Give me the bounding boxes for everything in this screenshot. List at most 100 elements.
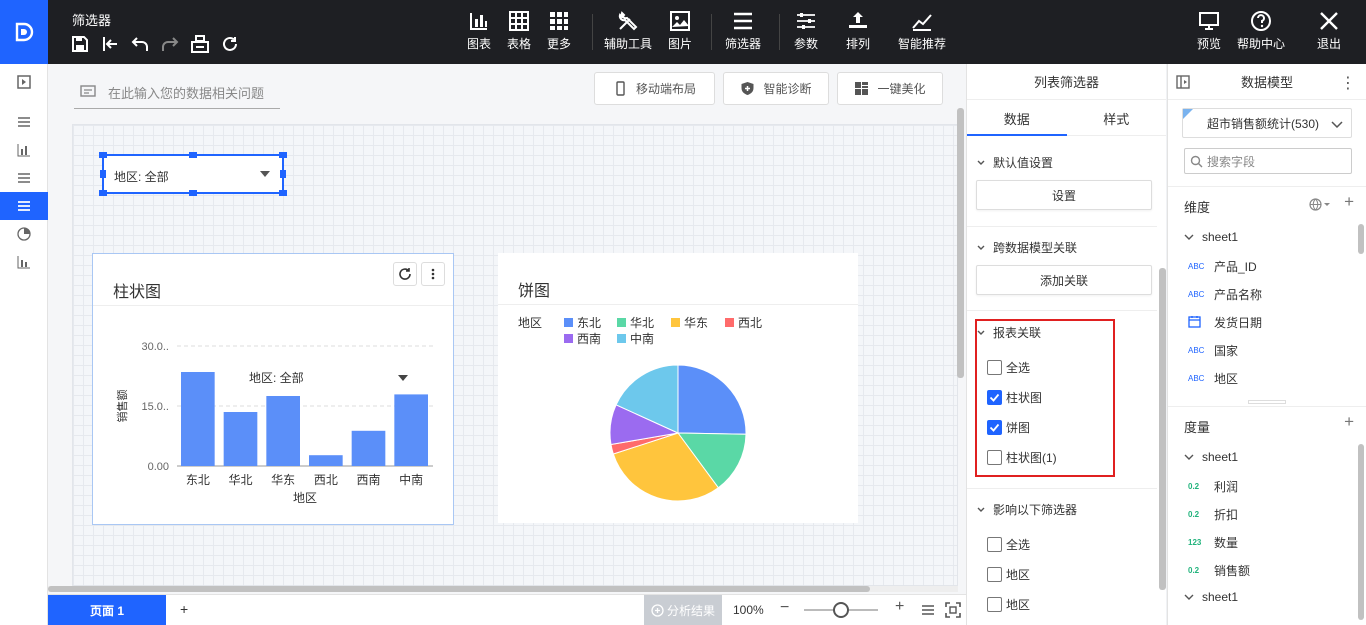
fullscreen-icon[interactable] xyxy=(945,602,961,618)
field-item[interactable]: ABC 国家 xyxy=(1188,342,1238,359)
nav-bar-chart-icon[interactable] xyxy=(0,136,48,164)
globe-icon[interactable] xyxy=(1309,198,1331,211)
resize-handle[interactable] xyxy=(279,190,287,196)
help-center-button[interactable]: 帮助中心 xyxy=(1237,10,1285,58)
aux-tools-button[interactable]: 辅助工具 xyxy=(604,10,652,58)
print-icon[interactable] xyxy=(190,34,210,54)
panel-tabs: 数据 样式 xyxy=(967,100,1166,136)
mobile-layout-button[interactable]: 移动端布局 xyxy=(594,72,715,105)
section-default-value[interactable]: 默认值设置 xyxy=(977,154,1053,171)
set-default-button[interactable]: 设置 xyxy=(976,180,1152,210)
resize-handle[interactable] xyxy=(280,170,286,178)
tab-data[interactable]: 数据 xyxy=(967,100,1067,136)
resize-handle[interactable] xyxy=(279,152,287,158)
refresh-icon[interactable] xyxy=(393,262,417,286)
zoom-slider-knob[interactable] xyxy=(833,602,849,618)
pie-chart-plot: 地区 东北 华北 华东 西北西南 中南 xyxy=(518,316,762,502)
nav-list-icon[interactable] xyxy=(0,164,48,192)
resize-handle[interactable] xyxy=(189,190,197,196)
ask-data-input[interactable]: 在此输入您的数据相关问题 xyxy=(74,76,280,109)
highlight-box xyxy=(975,319,1115,477)
more-vertical-icon[interactable]: ⋮ xyxy=(1340,73,1356,93)
chart-button[interactable]: 图表 xyxy=(467,10,491,58)
smart-recommend-button[interactable]: 智能推荐 xyxy=(898,10,946,58)
bar-chart-card[interactable]: 柱状图 0.00 15.0.. 30.0.. 东北 华北 华东 西北 西南 中南 地区 销售额 地区:… xyxy=(92,253,454,525)
chart-title: 饼图 xyxy=(518,283,551,300)
nav-pie-chart-icon[interactable] xyxy=(0,220,48,248)
scrollbar-thumb[interactable] xyxy=(48,586,870,592)
checkbox-row[interactable]: 全选 xyxy=(987,536,1030,553)
field-item[interactable]: ABC 地区 xyxy=(1188,370,1238,387)
checkbox-label: 地区 xyxy=(1006,598,1031,612)
field-item[interactable]: 0.2 利润 xyxy=(1188,478,1238,495)
panel-splitter[interactable] xyxy=(1248,400,1286,404)
dropdown-arrow-icon[interactable] xyxy=(260,171,270,177)
panel-scrollbar[interactable] xyxy=(1159,268,1166,590)
checkbox-row[interactable]: 地区 xyxy=(987,566,1030,583)
redo-icon[interactable] xyxy=(160,34,180,54)
sheet-group[interactable]: sheet1 xyxy=(1184,230,1238,244)
table-button[interactable]: 表格 xyxy=(507,10,531,58)
nav-filter-icon[interactable] xyxy=(0,192,48,220)
canvas-horizontal-scrollbar[interactable] xyxy=(48,586,958,592)
zoom-in-button[interactable]: + xyxy=(895,598,904,616)
add-measure-button[interactable]: + xyxy=(1344,412,1354,432)
resize-handle[interactable] xyxy=(189,152,197,158)
params-button[interactable]: 参数 xyxy=(794,10,818,58)
add-page-button[interactable]: + xyxy=(180,601,188,617)
field-item[interactable]: 0.2 折扣 xyxy=(1188,506,1238,523)
checkbox[interactable] xyxy=(987,567,1002,582)
undo-icon[interactable] xyxy=(130,34,150,54)
checkbox[interactable] xyxy=(987,537,1002,552)
analysis-result-button[interactable]: 分析结果 xyxy=(644,595,722,625)
nav-bar-chart-icon[interactable] xyxy=(0,248,48,276)
beautify-button[interactable]: 一键美化 xyxy=(837,72,943,105)
sheet-group[interactable]: sheet1 xyxy=(1184,450,1238,464)
resize-handle[interactable] xyxy=(99,152,107,158)
checkbox[interactable] xyxy=(987,597,1002,612)
model-select[interactable]: 超市销售额统计(530) xyxy=(1182,108,1352,138)
logo-icon xyxy=(15,22,34,42)
resize-handle[interactable] xyxy=(100,170,106,178)
nav-list-icon[interactable] xyxy=(0,108,48,136)
region-filter-widget[interactable]: 地区: 全部 xyxy=(99,152,287,196)
canvas-vertical-scrollbar[interactable] xyxy=(957,108,964,378)
field-item[interactable]: 123 数量 xyxy=(1188,534,1238,551)
more-button[interactable]: 更多 xyxy=(547,10,571,58)
resize-handle[interactable] xyxy=(99,190,107,196)
close-icon xyxy=(1320,12,1338,30)
dimension-scrollbar[interactable] xyxy=(1358,224,1364,254)
tab-style[interactable]: 样式 xyxy=(1067,100,1167,136)
pie-chart-card[interactable]: 饼图 地区 东北 华北 华东 西北 西南 中南 xyxy=(498,253,858,523)
add-dimension-button[interactable]: + xyxy=(1344,192,1354,212)
zoom-out-button[interactable]: − xyxy=(780,599,789,617)
fit-width-icon[interactable] xyxy=(920,602,936,618)
smart-diagnose-button[interactable]: 智能诊断 xyxy=(723,72,829,105)
collapse-panel-icon[interactable] xyxy=(1176,75,1190,89)
measure-scrollbar[interactable] xyxy=(1358,444,1364,620)
field-item[interactable]: 0.2 销售额 xyxy=(1188,562,1250,579)
filter-button[interactable]: 筛选器 xyxy=(725,10,761,58)
field-item[interactable]: 发货日期 xyxy=(1188,314,1262,331)
section-cross-model[interactable]: 跨数据模型关联 xyxy=(977,239,1077,256)
preview-button[interactable]: 预览 xyxy=(1197,10,1221,58)
field-search-input[interactable]: 搜索字段 xyxy=(1184,148,1352,174)
add-link-button[interactable]: 添加关联 xyxy=(976,265,1152,295)
expand-panel-icon[interactable] xyxy=(0,68,48,96)
page-tab[interactable]: 页面 1 xyxy=(48,595,166,625)
zoom-slider[interactable] xyxy=(804,602,878,618)
zoom-level: 100% xyxy=(733,603,764,617)
field-item[interactable]: ABC 产品_ID xyxy=(1188,258,1257,275)
sheet-group[interactable]: sheet1 xyxy=(1184,590,1238,604)
exit-button[interactable]: 退出 xyxy=(1317,10,1341,58)
checkbox-row[interactable]: 地区 xyxy=(987,596,1030,613)
section-affect-filters[interactable]: 影响以下筛选器 xyxy=(977,501,1077,518)
refresh-icon[interactable] xyxy=(220,34,240,54)
more-vertical-icon[interactable] xyxy=(421,262,445,286)
image-button[interactable]: 图片 xyxy=(668,10,692,58)
app-logo[interactable] xyxy=(0,0,48,64)
arrange-button[interactable]: 排列 xyxy=(846,10,870,58)
save-icon[interactable] xyxy=(70,34,90,54)
back-to-start-icon[interactable] xyxy=(100,34,120,54)
field-item[interactable]: ABC 产品名称 xyxy=(1188,286,1262,303)
